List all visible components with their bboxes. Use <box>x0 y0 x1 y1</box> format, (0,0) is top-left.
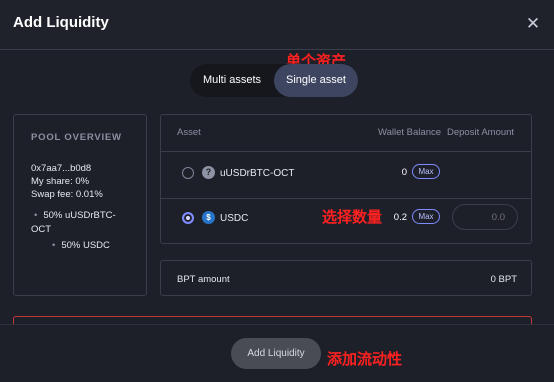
column-header-deposit-amount: Deposit Amount <box>447 127 515 138</box>
bullet-icon: • <box>52 240 56 251</box>
composition-label: 50% USDC <box>61 240 110 251</box>
divider <box>161 198 531 199</box>
tab-multi-assets[interactable]: Multi assets <box>190 64 274 97</box>
composition-label-cont: OCT <box>31 224 52 235</box>
bpt-amount-label: BPT amount <box>177 274 230 285</box>
wallet-balance: 0 <box>401 167 407 178</box>
pool-composition-item-cont: OCT <box>31 223 51 237</box>
annotation-add-liquidity: 添加流动性 <box>327 350 403 368</box>
bullet-icon: • <box>34 210 38 221</box>
pool-overview-panel: POOL OVERVIEW 0x7aa7...b0d8 My share: 0%… <box>13 114 147 296</box>
tab-single-asset[interactable]: Single asset <box>274 64 358 97</box>
close-icon[interactable]: ✕ <box>523 14 543 34</box>
add-liquidity-modal: Add Liquidity ✕ 单个资产 Multi assets Single… <box>0 0 554 382</box>
pool-my-share: My share: 0% <box>31 176 90 187</box>
deposit-amount-input[interactable] <box>452 204 518 230</box>
modal-header: Add Liquidity ✕ <box>0 0 554 50</box>
column-header-asset: Asset <box>177 127 201 138</box>
pool-composition-item: • 50% uUSDrBTC- <box>34 209 116 223</box>
bpt-amount-value: 0 BPT <box>490 274 517 285</box>
pool-composition-item: • 50% USDC <box>52 239 110 253</box>
annotation-select-amount: 选择数量 <box>322 208 383 226</box>
question-token-icon: ? <box>202 166 215 179</box>
max-button[interactable]: Max <box>412 164 440 179</box>
modal-title: Add Liquidity <box>13 14 109 31</box>
usdc-token-icon: $ <box>202 211 215 224</box>
asset-radio-usdc[interactable] <box>182 212 194 224</box>
pool-swap-fee: Swap fee: 0.01% <box>31 189 103 200</box>
bpt-amount-panel: BPT amount 0 BPT <box>160 260 532 296</box>
pool-overview-title: POOL OVERVIEW <box>31 132 122 143</box>
composition-label: 50% uUSDrBTC- <box>43 210 116 221</box>
asset-name: uUSDrBTC-OCT <box>220 168 295 179</box>
asset-mode-tabs: Multi assets Single asset <box>190 64 358 97</box>
divider <box>161 151 531 152</box>
column-header-wallet-balance: Wallet Balance <box>378 127 442 138</box>
add-liquidity-button[interactable]: Add Liquidity <box>231 338 321 369</box>
asset-radio-uusdrbtc[interactable] <box>182 167 194 179</box>
wallet-balance: 0.2 <box>393 212 407 223</box>
max-button[interactable]: Max <box>412 209 440 224</box>
asset-name: USDC <box>220 213 249 224</box>
pool-address: 0x7aa7...b0d8 <box>31 163 92 174</box>
